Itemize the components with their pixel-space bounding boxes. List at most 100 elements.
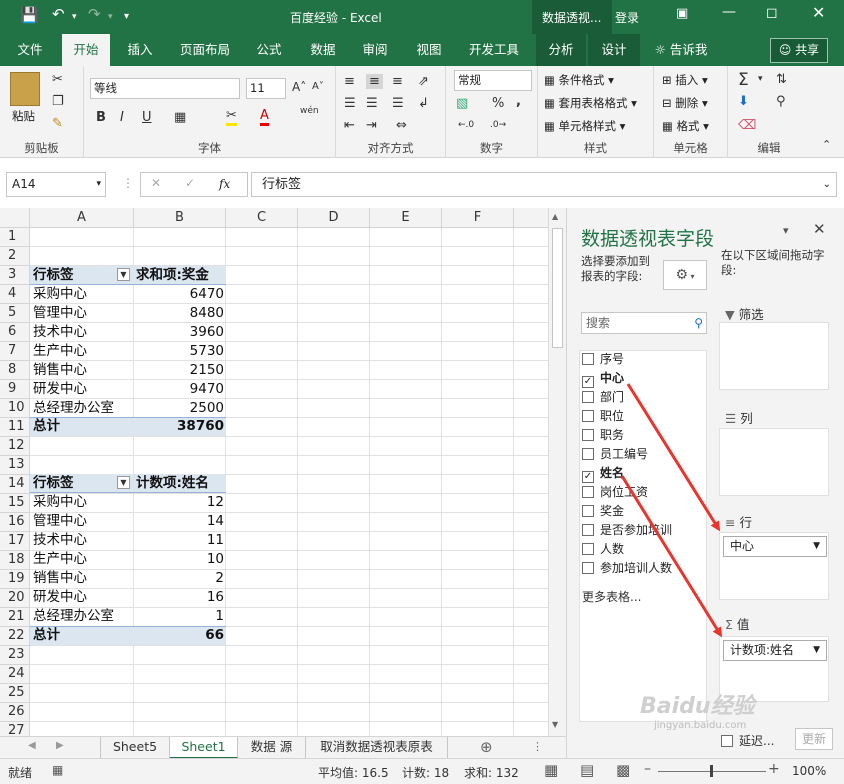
save-icon[interactable]: 💾 bbox=[20, 6, 39, 24]
col-header-f[interactable]: F bbox=[442, 208, 514, 228]
insert-function-button[interactable]: fx bbox=[219, 177, 230, 191]
pivot2-row-label-header[interactable]: 行标签 bbox=[33, 474, 74, 493]
field-checkbox[interactable] bbox=[582, 562, 594, 574]
sort-filter-icon[interactable]: ⇅ bbox=[776, 72, 787, 87]
pivot1-value-header[interactable]: 求和项:奖金 bbox=[136, 266, 209, 285]
update-button[interactable]: 更新 bbox=[795, 728, 833, 750]
row-header[interactable]: 2 bbox=[0, 247, 30, 266]
vertical-scrollbar[interactable]: ▲ ▼ bbox=[548, 208, 566, 736]
conditional-format-button[interactable]: ▦ 条件格式 ▾ bbox=[544, 72, 614, 88]
worksheet-grid[interactable]: A B C D E F 1 2 3 4 5 6 7 8 9 10 11 12 13 14 15 16 17 18 1… bbox=[0, 208, 548, 736]
scroll-down-icon[interactable]: ▼ bbox=[552, 720, 558, 729]
field-item[interactable]: 部门 bbox=[582, 388, 624, 407]
rows-field-chip[interactable]: 中心 ▼ bbox=[723, 536, 827, 557]
pane-options-dropdown-icon[interactable]: ▾ bbox=[783, 224, 789, 237]
pivot-row-label[interactable]: 管理中心 bbox=[33, 304, 87, 323]
row-header[interactable]: 1 bbox=[0, 228, 30, 247]
align-bottom-icon[interactable]: ≡ bbox=[392, 74, 403, 89]
format-cells-button[interactable]: ▦ 格式 ▾ bbox=[662, 118, 709, 134]
cell-styles-button[interactable]: ▦ 单元格样式 ▾ bbox=[544, 118, 625, 134]
pivot1-total-label[interactable]: 总计 bbox=[33, 417, 60, 436]
field-item[interactable]: 岗位工资 bbox=[582, 483, 648, 502]
ribbon-display-icon[interactable]: ▣ bbox=[676, 6, 688, 21]
decrease-indent-icon[interactable]: ⇤ bbox=[344, 118, 355, 133]
formula-input[interactable]: 行标签 ⌄ bbox=[251, 172, 837, 197]
cut-icon[interactable]: ✂ bbox=[52, 72, 63, 87]
row-header[interactable]: 10 bbox=[0, 399, 30, 418]
row-header[interactable]: 13 bbox=[0, 456, 30, 475]
font-name-combo[interactable]: 等线 bbox=[90, 78, 240, 99]
pivot-row-label[interactable]: 销售中心 bbox=[33, 361, 87, 380]
pivot1-total-value[interactable]: 38760 bbox=[136, 417, 224, 436]
col-header-c[interactable]: C bbox=[226, 208, 298, 228]
field-settings-button[interactable]: ⚙ ▾ bbox=[663, 260, 707, 290]
field-search-input[interactable]: 搜索 ⚲ bbox=[581, 312, 707, 334]
tab-file[interactable]: 文件 bbox=[6, 34, 54, 66]
pivot-row-label[interactable]: 采购中心 bbox=[33, 493, 87, 512]
row-header[interactable]: 6 bbox=[0, 323, 30, 342]
row-header[interactable]: 7 bbox=[0, 342, 30, 361]
row-header[interactable]: 4 bbox=[0, 285, 30, 304]
field-item[interactable]: 职位 bbox=[582, 407, 624, 426]
scroll-thumb[interactable] bbox=[552, 228, 563, 348]
field-item[interactable]: ✓ 姓名 bbox=[582, 464, 624, 483]
macro-record-icon[interactable]: ▦ bbox=[52, 763, 63, 777]
tab-review[interactable]: 审阅 bbox=[352, 34, 398, 66]
rows-field-dropdown-icon[interactable]: ▼ bbox=[813, 537, 820, 556]
row-header[interactable]: 19 bbox=[0, 570, 30, 589]
field-checkbox[interactable] bbox=[582, 410, 594, 422]
tab-analyze[interactable]: 分析 bbox=[536, 34, 586, 66]
row-header[interactable]: 9 bbox=[0, 380, 30, 399]
pivot2-filter-dropdown-icon[interactable]: ▼ bbox=[117, 476, 130, 489]
clipboard-icon[interactable] bbox=[10, 72, 40, 106]
col-header-b[interactable]: B bbox=[134, 208, 226, 228]
values-field-dropdown-icon[interactable]: ▼ bbox=[813, 641, 820, 660]
row-header[interactable]: 18 bbox=[0, 551, 30, 570]
row-header[interactable]: 12 bbox=[0, 437, 30, 456]
align-left-icon[interactable]: ☰ bbox=[344, 96, 356, 111]
orientation-icon[interactable]: ⇗ bbox=[418, 74, 429, 89]
row-header[interactable]: 21 bbox=[0, 608, 30, 627]
find-select-icon[interactable]: ⚲ bbox=[776, 94, 786, 109]
row-header[interactable]: 24 bbox=[0, 665, 30, 684]
search-icon[interactable]: ⚲ bbox=[694, 313, 703, 333]
pivot-row-value[interactable]: 6470 bbox=[136, 285, 224, 304]
maximize-icon[interactable]: ◻ bbox=[766, 5, 778, 21]
field-checkbox[interactable]: ✓ bbox=[582, 376, 594, 388]
decrease-decimal-icon[interactable]: .0→ bbox=[490, 120, 506, 130]
pivot-row-value[interactable]: 14 bbox=[136, 512, 224, 531]
increase-indent-icon[interactable]: ⇥ bbox=[366, 118, 377, 133]
tab-split-grip-icon[interactable]: ⋮ bbox=[532, 740, 543, 753]
field-checkbox[interactable] bbox=[582, 543, 594, 555]
field-item[interactable]: 参加培训人数 bbox=[582, 559, 672, 578]
tell-me-box[interactable]: ☼ 告诉我 bbox=[652, 34, 710, 66]
pivot-row-label[interactable]: 总经理办公室 bbox=[33, 607, 114, 626]
field-checkbox[interactable] bbox=[582, 353, 594, 365]
align-right-icon[interactable]: ☰ bbox=[392, 96, 404, 111]
paste-button[interactable]: 粘贴 bbox=[12, 108, 35, 124]
underline-button[interactable]: U bbox=[142, 110, 152, 125]
field-checkbox[interactable] bbox=[582, 486, 594, 498]
pivot-row-label[interactable]: 研发中心 bbox=[33, 588, 87, 607]
field-checkbox[interactable] bbox=[582, 429, 594, 441]
pivot2-total-value[interactable]: 66 bbox=[136, 626, 224, 645]
field-item[interactable]: 序号 bbox=[582, 350, 624, 369]
pivot-row-label[interactable]: 总经理办公室 bbox=[33, 399, 114, 418]
tab-home[interactable]: 开始 bbox=[62, 34, 110, 66]
pivot-row-value[interactable]: 12 bbox=[136, 493, 224, 512]
align-top-icon[interactable]: ≡ bbox=[344, 74, 355, 89]
page-break-view-icon[interactable]: ▩ bbox=[616, 761, 630, 779]
columns-area-box[interactable] bbox=[719, 428, 829, 496]
enter-icon[interactable]: ✓ bbox=[185, 176, 195, 190]
pivot-row-label[interactable]: 技术中心 bbox=[33, 531, 87, 550]
row-header[interactable]: 25 bbox=[0, 684, 30, 703]
select-all-corner[interactable] bbox=[0, 208, 30, 228]
format-as-table-button[interactable]: ▦ 套用表格格式 ▾ bbox=[544, 95, 637, 111]
row-header[interactable]: 16 bbox=[0, 513, 30, 532]
tab-developer[interactable]: 开发工具 bbox=[460, 34, 528, 66]
phonetic-button[interactable]: wén bbox=[300, 106, 319, 116]
increase-decimal-icon[interactable]: ←.0 bbox=[458, 120, 474, 130]
copy-icon[interactable]: ❐ bbox=[52, 94, 64, 109]
more-tables-link[interactable]: 更多表格... bbox=[582, 588, 641, 605]
pivot-row-label[interactable]: 生产中心 bbox=[33, 342, 87, 361]
